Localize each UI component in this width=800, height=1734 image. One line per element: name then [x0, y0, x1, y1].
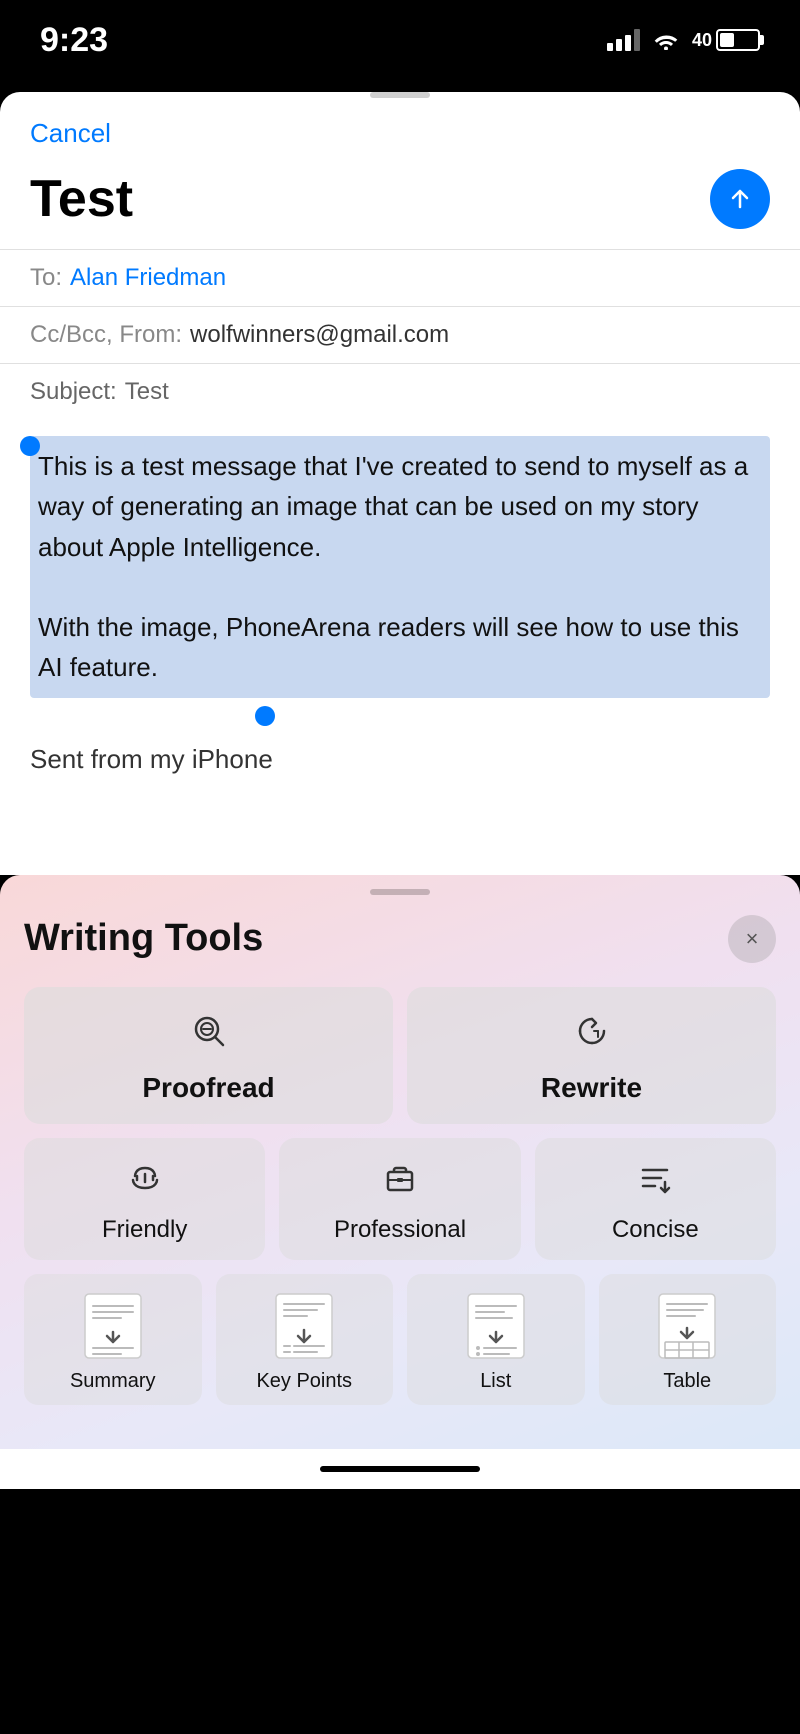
selection-handle-top: [20, 436, 40, 456]
summary-label: Summary: [70, 1370, 156, 1393]
cc-bcc-field[interactable]: Cc/Bcc, From: wolfwinners@gmail.com: [0, 306, 800, 363]
status-bar: 9:23 40: [0, 0, 800, 80]
cc-bcc-label: Cc/Bcc, From:: [30, 321, 182, 349]
home-indicator: [320, 1466, 480, 1472]
bottom-bar: [0, 1449, 800, 1489]
table-icon: [655, 1290, 719, 1362]
email-body-selected[interactable]: This is a test message that I've created…: [30, 436, 770, 698]
list-icon: [464, 1290, 528, 1362]
to-value: Alan Friedman: [70, 264, 226, 292]
cc-bcc-value: wolfwinners@gmail.com: [190, 321, 449, 349]
professional-icon: [380, 1158, 420, 1206]
email-footer: Sent from my iPhone: [0, 734, 800, 815]
subject-label: Subject:: [30, 378, 117, 406]
status-icons: 40: [607, 29, 760, 51]
friendly-button[interactable]: Friendly: [24, 1138, 265, 1260]
table-label: Table: [663, 1370, 711, 1393]
email-body-area[interactable]: This is a test message that I've created…: [0, 420, 800, 734]
key-points-label: Key Points: [256, 1370, 352, 1393]
email-title-row: Test: [0, 159, 800, 249]
subject-field[interactable]: Subject: Test: [0, 363, 800, 420]
wt-title: Writing Tools: [24, 917, 263, 960]
writing-tools-sheet: Writing Tools × Proofread: [0, 875, 800, 1449]
status-time: 9:23: [40, 21, 108, 60]
friendly-icon: [125, 1158, 165, 1206]
wt-close-button[interactable]: ×: [728, 915, 776, 963]
email-compose-sheet: Cancel Test To: Alan Friedman Cc/Bcc, Fr…: [0, 92, 800, 875]
professional-label: Professional: [334, 1216, 466, 1244]
subject-value: Test: [125, 378, 169, 406]
list-label: List: [480, 1370, 511, 1393]
rewrite-label: Rewrite: [541, 1072, 642, 1104]
wt-row-1: Proofread Rewrite: [24, 987, 776, 1124]
battery-level: 40: [692, 30, 712, 51]
battery-icon: 40: [692, 29, 760, 51]
friendly-label: Friendly: [102, 1216, 187, 1244]
proofread-label: Proofread: [142, 1072, 274, 1104]
email-header: Cancel: [0, 98, 800, 159]
cancel-button[interactable]: Cancel: [30, 118, 111, 149]
summary-button[interactable]: Summary: [24, 1274, 202, 1405]
wt-row-3: Summary Key Points: [24, 1274, 776, 1405]
key-points-button[interactable]: Key Points: [216, 1274, 394, 1405]
list-button[interactable]: List: [407, 1274, 585, 1405]
to-label: To:: [30, 264, 62, 292]
proofread-button[interactable]: Proofread: [24, 987, 393, 1124]
proofread-icon: [189, 1011, 229, 1060]
rewrite-button[interactable]: Rewrite: [407, 987, 776, 1124]
send-button[interactable]: [710, 169, 770, 229]
send-icon: [726, 185, 754, 213]
concise-button[interactable]: Concise: [535, 1138, 776, 1260]
email-body-spacer: [0, 815, 800, 875]
concise-label: Concise: [612, 1216, 699, 1244]
concise-icon: [635, 1158, 675, 1206]
wt-header: Writing Tools ×: [24, 915, 776, 963]
professional-button[interactable]: Professional: [279, 1138, 520, 1260]
wt-handle: [370, 889, 430, 895]
email-subject-title: Test: [30, 169, 133, 229]
key-points-icon: [272, 1290, 336, 1362]
to-field[interactable]: To: Alan Friedman: [0, 249, 800, 306]
summary-icon: [81, 1290, 145, 1362]
rewrite-icon: [572, 1011, 612, 1060]
wt-row-2: Friendly Professional: [24, 1138, 776, 1260]
wifi-icon: [652, 30, 680, 50]
table-button[interactable]: Table: [599, 1274, 777, 1405]
signal-icon: [607, 29, 640, 51]
selection-handle-bottom: [255, 706, 275, 726]
